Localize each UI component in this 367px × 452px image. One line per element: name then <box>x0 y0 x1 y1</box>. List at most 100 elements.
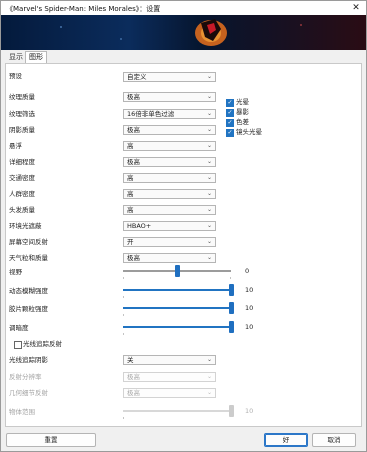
crowd-density-dropdown[interactable]: 高 ⌄ <box>123 189 216 199</box>
fov-value: 0 <box>245 267 250 275</box>
slider-tick <box>123 314 124 316</box>
detail-level-dropdown[interactable]: 极高 ⌄ <box>123 157 216 167</box>
object-range-label: 物体范围 <box>9 408 35 416</box>
fov-slider-thumb[interactable] <box>175 265 180 277</box>
cancel-button[interactable]: 取消 <box>312 433 356 447</box>
motion-blur-slider[interactable] <box>123 284 234 298</box>
weather-quality-label: 天气粒和质量 <box>9 254 48 262</box>
fov-label: 视野 <box>9 268 22 276</box>
traffic-density-dropdown[interactable]: 高 ⌄ <box>123 173 216 183</box>
ssr-value: 开 <box>127 238 134 246</box>
close-button[interactable]: ✕ <box>349 2 363 14</box>
chevron-down-icon: ⌄ <box>206 158 212 165</box>
slider-tick <box>123 277 124 279</box>
settings-window: 《Marvel's Spider-Man: Miles Morales》：设置 … <box>0 0 367 452</box>
hair-quality-dropdown[interactable]: 高 ⌄ <box>123 205 216 215</box>
chevron-down-icon: ⌄ <box>206 126 212 133</box>
texture-quality-dropdown[interactable]: 极高 ⌄ <box>123 92 216 102</box>
detail-level-label: 详细程度 <box>9 158 35 166</box>
vignette-value: 10 <box>245 323 254 331</box>
chevron-down-icon: ⌄ <box>206 73 212 80</box>
chromatic-aberration-checkbox[interactable]: ✓ <box>226 119 234 127</box>
preset-dropdown[interactable]: 自定义 ⌄ <box>123 72 216 82</box>
shadow-effect-label: 暴影 <box>236 108 249 116</box>
tab-graphics[interactable]: 图形 <box>25 51 47 63</box>
shadow-quality-value: 极高 <box>127 126 140 134</box>
vignette-slider-thumb[interactable] <box>229 321 234 333</box>
hair-quality-label: 头发质量 <box>9 206 35 214</box>
motion-blur-fill <box>123 289 231 291</box>
tab-display[interactable]: 显示 <box>6 52 26 62</box>
texture-filtering-dropdown[interactable]: 16倍非单色过滤 ⌄ <box>123 109 216 119</box>
chevron-down-icon: ⌄ <box>206 389 212 396</box>
film-grain-label: 胶片颗粒强度 <box>9 305 48 313</box>
fov-slider[interactable] <box>123 265 231 279</box>
traffic-density-label: 交通密度 <box>9 174 35 182</box>
raytracing-checkbox[interactable] <box>14 341 22 349</box>
reflections-label: 悬浮 <box>9 142 22 150</box>
vignette-slider[interactable] <box>123 321 234 335</box>
lens-flare-checkbox[interactable]: ✓ <box>226 129 234 137</box>
texture-quality-label: 纹理质量 <box>9 93 35 101</box>
preset-value: 自定义 <box>127 73 147 81</box>
motion-blur-label: 动态模糊强度 <box>9 287 48 295</box>
rt-resolution-dropdown: 极高 ⌄ <box>123 372 216 382</box>
film-grain-value: 10 <box>245 304 254 312</box>
slider-tick <box>123 417 124 419</box>
object-range-slider-thumb <box>229 405 234 417</box>
shadow-quality-label: 阴影质量 <box>9 126 35 134</box>
reflections-dropdown[interactable]: 高 ⌄ <box>123 141 216 151</box>
preset-label: 预设 <box>9 72 22 80</box>
ambient-occlusion-dropdown[interactable]: HBAO+ ⌄ <box>123 221 216 231</box>
chevron-down-icon: ⌄ <box>206 190 212 197</box>
reflections-value: 高 <box>127 142 134 150</box>
crowd-density-value: 高 <box>127 190 134 198</box>
slider-tick <box>123 296 124 298</box>
texture-filtering-value: 16倍非单色过滤 <box>127 110 175 118</box>
chevron-down-icon: ⌄ <box>206 174 212 181</box>
title-bar: 《Marvel's Spider-Man: Miles Morales》：设置 … <box>1 1 366 15</box>
chevron-down-icon: ⌄ <box>206 238 212 245</box>
film-grain-slider[interactable] <box>123 302 234 316</box>
bloom-checkbox[interactable]: ✓ <box>226 99 234 107</box>
shadow-quality-dropdown[interactable]: 极高 ⌄ <box>123 125 216 135</box>
ok-button[interactable]: 好 <box>264 433 308 447</box>
rt-resolution-label: 反射分辨率 <box>9 373 42 381</box>
chevron-down-icon: ⌄ <box>206 206 212 213</box>
slider-tick <box>123 333 124 335</box>
ssr-label: 屏幕空间反射 <box>9 238 48 246</box>
object-range-value: 10 <box>245 407 254 415</box>
chevron-down-icon: ⌄ <box>206 254 212 261</box>
game-banner-image <box>1 15 366 50</box>
motion-blur-value: 10 <box>245 286 254 294</box>
film-grain-fill <box>123 307 231 309</box>
tab-strip: 显示 图形 <box>1 50 366 63</box>
chevron-down-icon: ⌄ <box>206 142 212 149</box>
slider-tick <box>230 277 231 279</box>
chevron-down-icon: ⌄ <box>206 110 212 117</box>
rt-shadows-label: 光线追踪阴影 <box>9 356 48 364</box>
ssr-dropdown[interactable]: 开 ⌄ <box>123 237 216 247</box>
film-grain-slider-thumb[interactable] <box>229 302 234 314</box>
bloom-label: 光晕 <box>236 98 249 106</box>
rt-shadows-value: 关 <box>127 356 134 364</box>
ambient-occlusion-label: 环境光遮蔽 <box>9 222 42 230</box>
rt-geometry-value: 极高 <box>127 389 140 397</box>
rt-geometry-dropdown: 极高 ⌄ <box>123 388 216 398</box>
ambient-occlusion-value: HBAO+ <box>127 222 152 230</box>
weather-quality-value: 极高 <box>127 254 140 262</box>
rt-geometry-label: 几何细节反射 <box>9 389 48 397</box>
detail-level-value: 极高 <box>127 158 140 166</box>
reset-button[interactable]: 重置 <box>6 433 96 447</box>
vignette-fill <box>123 326 231 328</box>
rt-shadows-dropdown[interactable]: 关 ⌄ <box>123 355 216 365</box>
motion-blur-slider-thumb[interactable] <box>229 284 234 296</box>
chevron-down-icon: ⌄ <box>206 356 212 363</box>
chevron-down-icon: ⌄ <box>206 373 212 380</box>
traffic-density-value: 高 <box>127 174 134 182</box>
chromatic-aberration-label: 色差 <box>236 118 249 126</box>
shadow-effect-checkbox[interactable]: ✓ <box>226 109 234 117</box>
chevron-down-icon: ⌄ <box>206 93 212 100</box>
weather-quality-dropdown[interactable]: 极高 ⌄ <box>123 253 216 263</box>
rt-resolution-value: 极高 <box>127 373 140 381</box>
